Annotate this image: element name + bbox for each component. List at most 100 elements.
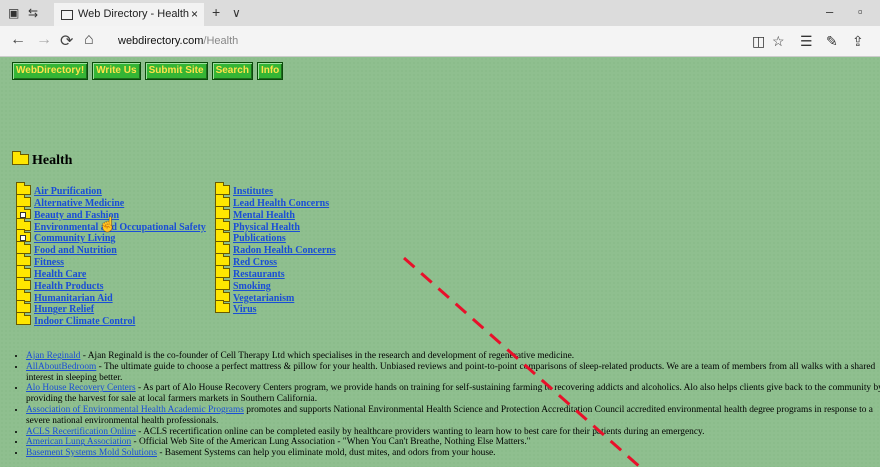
category-link[interactable]: Indoor Climate Control [34,316,135,327]
favorites-hub-icon[interactable]: ☰ [800,33,813,50]
minimize-icon[interactable]: – [826,4,833,19]
site-description: - ACLS recertification online can be com… [135,426,705,437]
address-path: /Health [203,35,239,47]
tab-preview-icon[interactable]: ▣ [8,6,19,20]
category-item: Food and Nutrition [16,241,206,256]
category-link[interactable]: Environmental and Occupational Safety [34,222,206,233]
tab-title: Web Directory - Health [78,8,190,20]
category-link[interactable]: Physical Health [233,222,300,233]
site-description: - Ajan Reginald is the co-founder of Cel… [80,351,575,361]
reading-view-icon[interactable]: ◫ [752,33,765,50]
webdirectory-button[interactable]: WebDirectory! [12,62,89,80]
category-link[interactable]: Health Products [34,281,104,292]
category-link[interactable]: Humanitarian Aid [34,293,113,304]
site-list-item: AllAboutBedroom - The ultimate guide to … [26,362,880,384]
site-description: - Official Web Site of the American Lung… [131,437,531,448]
folder-icon [16,312,31,326]
category-item: Hunger Relief [16,300,206,315]
category-link[interactable]: Fitness [34,257,64,268]
forward-icon[interactable]: → [36,31,52,49]
folder-icon [215,300,230,314]
nav-button-row: WebDirectory! Write Us Submit Site Search In… [12,60,287,80]
category-item: Fitness [16,253,206,268]
write-us-button[interactable]: Write Us [92,62,141,80]
page-icon [61,10,73,20]
category-item: Health Care [16,264,206,280]
web-note-icon[interactable]: ✎ [826,33,838,50]
home-icon[interactable]: ⌂ [84,31,94,49]
category-column-left: Air Purification Alternative Medicine Beau… [16,182,206,327]
category-item: Institutes [215,182,336,197]
browser-tab[interactable]: Web Directory - Health × [54,3,204,26]
browser-toolbar: ← → ⟳ ⌂ webdirectory.com/Health ◫ ☆ ☰ ✎ … [0,26,880,57]
category-item: Mental Health [215,205,336,221]
category-link[interactable]: Food and Nutrition [34,245,117,256]
site-link[interactable]: Ajan Reginald [26,351,80,361]
favorite-star-icon[interactable]: ☆ [772,33,785,50]
site-description: - The ultimate guide to choose a perfect… [26,361,876,383]
share-icon[interactable]: ⇪ [852,33,864,50]
page-title: Health [32,153,73,168]
category-link[interactable]: Vegetarianism [233,293,294,304]
back-icon[interactable]: ← [10,31,26,49]
site-link[interactable]: Association of Environmental Health Acad… [26,405,244,415]
category-item: Physical Health [215,217,336,233]
site-list: Ajan Reginald - Ajan Reginald is the co-… [8,351,880,459]
browser-tab-bar: ▣ ⇆ Web Directory - Health × + ∨ – ▫ [0,0,880,26]
site-list-item: American Lung Association - Official Web… [26,437,880,448]
category-item: Radon Health Concerns [215,241,336,256]
tab-close-icon[interactable]: × [191,7,198,21]
category-item: Alternative Medicine [16,193,206,209]
submit-site-button[interactable]: Submit Site [144,62,208,80]
mouse-cursor-icon: ☝ [99,218,117,233]
address-domain: webdirectory.com [118,35,204,47]
category-item: Red Cross [215,253,336,268]
category-link[interactable]: Restaurants [233,269,285,280]
category-link[interactable]: Air Purification [34,186,102,197]
site-list-item: Alo House Recovery Centers - As part of … [26,383,880,405]
category-link[interactable]: Health Care [34,269,86,280]
category-link[interactable]: Publications [233,233,286,244]
restore-icon[interactable]: ▫ [858,4,863,19]
category-link[interactable]: Virus [233,304,257,315]
category-link[interactable]: Alternative Medicine [34,198,124,209]
address-bar[interactable]: webdirectory.com/Health [108,31,778,51]
tab-menu-icon[interactable]: ∨ [232,6,241,20]
category-item: Community Living [16,229,206,244]
site-link[interactable]: AllAboutBedroom [26,362,96,372]
site-description: - As part of Alo House Recovery Centers … [26,383,880,405]
category-item: Restaurants [215,264,336,280]
category-item: Lead Health Concerns [215,193,336,209]
category-link[interactable]: Red Cross [233,257,277,268]
refresh-icon[interactable]: ⟳ [60,31,73,51]
category-item: Air Purification [16,182,206,197]
site-list-item: Basement Systems Mold Solutions - Baseme… [26,448,880,459]
site-link[interactable]: Basement Systems Mold Solutions [26,448,157,458]
category-item: Indoor Climate Control [16,312,206,327]
site-list-item: ACLS Recertification Online - ACLS recer… [26,427,880,438]
page-heading: Health [12,151,73,169]
site-link[interactable]: American Lung Association [26,437,131,447]
category-item: Virus [215,300,336,315]
category-link[interactable]: Institutes [233,186,273,197]
category-link[interactable]: Mental Health [233,210,295,221]
category-item: Vegetarianism [215,288,336,304]
category-item: Smoking [215,276,336,292]
category-item: Health Products [16,276,206,292]
info-button[interactable]: Info [256,62,284,80]
category-link[interactable]: Community Living [34,233,115,244]
site-link[interactable]: Alo House Recovery Centers [26,383,136,393]
site-list-item: Ajan Reginald - Ajan Reginald is the co-… [26,351,880,362]
page-content: WebDirectory! Write Us Submit Site Search In… [0,57,880,467]
set-tabs-aside-icon[interactable]: ⇆ [28,6,38,20]
category-item: Publications [215,229,336,244]
category-link[interactable]: Lead Health Concerns [233,198,329,209]
new-tab-icon[interactable]: + [212,4,220,20]
category-link[interactable]: Hunger Relief [34,304,94,315]
category-link[interactable]: Smoking [233,281,271,292]
category-link[interactable]: Radon Health Concerns [233,245,336,256]
site-list-item: Association of Environmental Health Acad… [26,405,880,427]
site-link[interactable]: ACLS Recertification Online [26,427,136,437]
category-column-right: Institutes Lead Health Concerns Mental Hea… [215,182,336,315]
search-button[interactable]: Search [211,62,253,80]
